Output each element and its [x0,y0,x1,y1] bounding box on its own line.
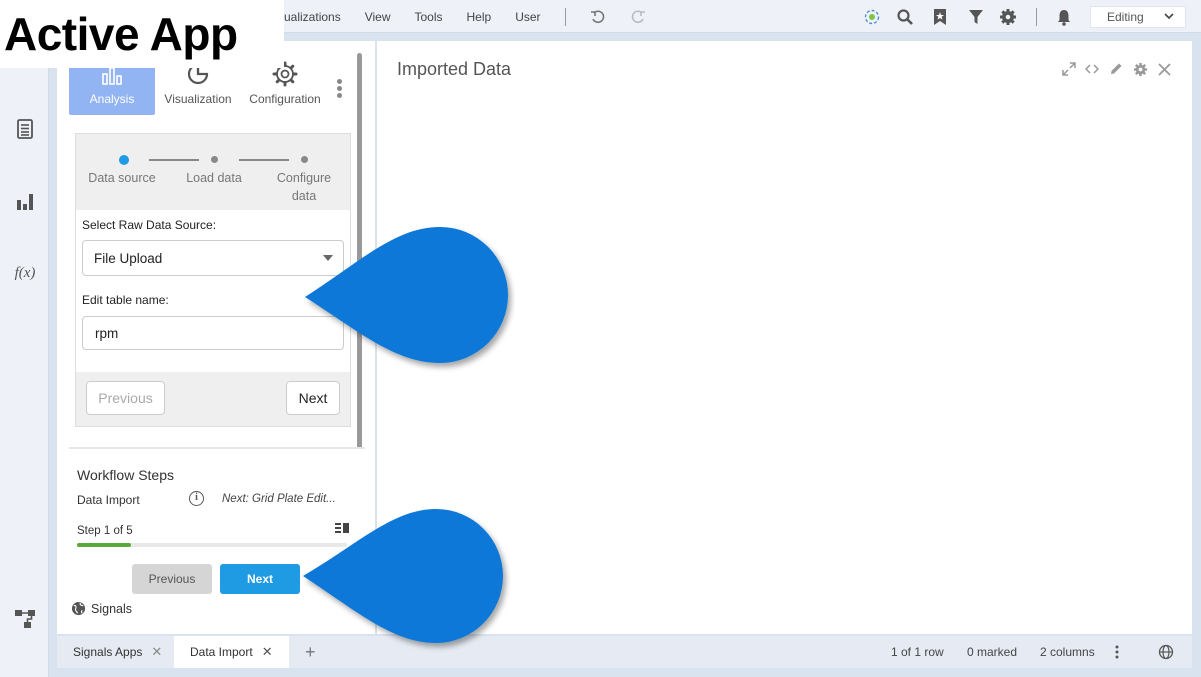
tab-analysis-label: Analysis [89,92,135,106]
tab-signals-apps-label: Signals Apps [73,645,143,659]
table-name-value: rpm [95,325,119,341]
step-dot-active [119,155,129,165]
mode-select[interactable]: Editing [1090,6,1186,28]
code-icon[interactable] [1084,61,1100,77]
mode-select-value: Editing [1107,10,1144,24]
panel-settings-icon[interactable] [1132,61,1148,77]
marked-count: 0 marked [967,645,1018,659]
raw-data-source-value: File Upload [94,250,163,266]
column-count: 2 columns [1040,645,1095,659]
language-globe-icon[interactable] [1158,636,1174,668]
more-options-icon[interactable] [337,77,345,100]
close-tab-icon[interactable]: ✕ [151,644,162,660]
step-connector [239,159,289,161]
globe-icon [71,601,86,616]
source-label: Select Raw Data Source: [82,218,217,232]
step-label-data-source[interactable]: Data source [82,169,162,187]
filter-icon[interactable] [966,7,986,27]
signals-label: Signals [91,601,132,616]
callout-pointer [303,509,503,643]
signals-link[interactable]: Signals [71,601,132,616]
tab-data-import[interactable]: Data Import ✕ [174,636,289,668]
menu-divider [564,7,566,26]
edit-pencil-icon[interactable] [1108,61,1124,77]
bar-chart-icon[interactable] [13,189,37,213]
document-list-icon[interactable] [13,117,37,141]
step-label-load-data[interactable]: Load data [176,169,252,187]
menu-tools[interactable]: Tools [415,10,443,24]
step-label-configure-data[interactable]: Configure data [269,169,339,205]
bottom-tab-bar: Signals Apps ✕ Data Import ✕ + 1 of 1 ro… [57,636,1192,668]
left-icon-rail: f(x) [0,33,49,677]
tab-configuration-label: Configuration [249,92,321,106]
status-more-icon[interactable] [1115,636,1119,668]
row-count: 1 of 1 row [891,645,944,659]
tab-data-import-label: Data Import [190,645,253,659]
menu-user[interactable]: User [515,10,540,24]
wizard-steps: Data source Load data Configure data [76,134,350,210]
workflow-current-item: Data Import [77,493,140,507]
close-tab-icon[interactable]: ✕ [262,644,273,660]
toolbar-divider [1036,8,1037,26]
wizard-next-button[interactable]: Next [286,381,340,415]
search-icon[interactable] [895,7,915,27]
redo-icon[interactable] [628,7,648,27]
workflow-step-count: Step 1 of 5 [77,525,133,537]
settings-gear-icon[interactable] [998,7,1018,27]
active-app-banner: Active App [0,0,284,68]
workflow-previous-button[interactable]: Previous [132,564,212,594]
function-fx-icon[interactable]: f(x) [13,261,37,285]
panel-title: Imported Data [397,59,512,79]
step-dot [301,156,308,163]
callout-pointer [305,227,508,363]
bookmark-icon[interactable] [930,7,950,27]
ai-sparkle-icon[interactable] [862,7,882,27]
info-icon[interactable]: i [189,491,204,506]
table-name-label: Edit table name: [82,293,169,307]
menu-visualizations[interactable]: sualizations [278,10,341,24]
notification-bell-icon[interactable] [1054,7,1074,27]
tab-signals-apps[interactable]: Signals Apps ✕ [57,636,178,668]
workflow-next-button[interactable]: Next [220,564,300,594]
wizard-previous-button[interactable]: Previous [86,381,165,415]
workflow-tree-icon[interactable] [13,607,37,631]
workflow-progress-fill [77,543,131,547]
menu-help[interactable]: Help [467,10,492,24]
workflow-title: Workflow Steps [77,467,174,483]
menu: sualizations View Tools Help User [278,0,566,33]
expand-icon[interactable] [1061,61,1077,77]
menu-view[interactable]: View [365,10,391,24]
chevron-down-icon [1163,10,1175,25]
close-icon[interactable] [1156,61,1172,77]
undo-icon[interactable] [588,7,608,27]
tab-visualization-label: Visualization [164,92,232,106]
step-connector [149,159,199,161]
step-dot [211,156,218,163]
